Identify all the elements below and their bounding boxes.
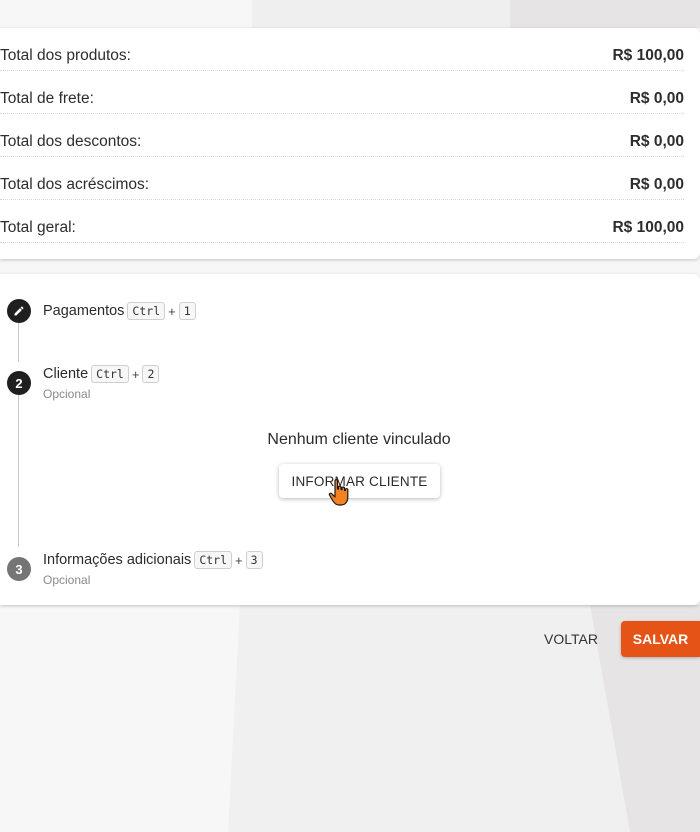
shortcut-plus: + xyxy=(131,366,140,382)
totals-row-discounts: Total dos descontos: R$ 0,00 xyxy=(0,114,684,157)
shortcut-key: Ctrl xyxy=(194,551,233,569)
no-client-message: Nenhum cliente vinculado xyxy=(267,431,451,448)
totals-label: Total geral: xyxy=(0,219,76,236)
totals-label: Total de frete: xyxy=(0,90,94,107)
totals-label: Total dos descontos: xyxy=(0,133,142,150)
totals-value: R$ 100,00 xyxy=(612,47,684,64)
totals-label: Total dos produtos: xyxy=(0,47,131,64)
step-2-number-badge[interactable]: 2 xyxy=(7,371,31,395)
shortcut-key: 2 xyxy=(142,365,160,383)
step-optional-label: Opcional xyxy=(43,387,91,401)
step-optional-label: Opcional xyxy=(43,573,91,587)
step-3-number-badge[interactable]: 3 xyxy=(7,557,31,581)
salvar-button[interactable]: SALVAR xyxy=(621,621,700,657)
step-title: Cliente xyxy=(43,366,89,382)
totals-value: R$ 0,00 xyxy=(629,90,684,107)
step-1-pencil-icon[interactable] xyxy=(7,299,31,323)
step-connector xyxy=(18,323,19,362)
shortcut-key: 3 xyxy=(245,551,263,569)
totals-row-shipping: Total de frete: R$ 0,00 xyxy=(0,71,684,114)
checkout-stepper: Pagamentos Ctrl + 1 2 Cliente Ctrl + 2 O… xyxy=(0,274,700,605)
step-title: Informações adicionais xyxy=(43,552,192,568)
totals-row-surcharges: Total dos acréscimos: R$ 0,00 xyxy=(0,157,684,200)
shortcut-key: 1 xyxy=(178,302,196,320)
step-1-header[interactable]: Pagamentos Ctrl + 1 xyxy=(43,302,196,320)
order-totals-card: Total dos produtos: R$ 100,00 Total de f… xyxy=(0,28,700,259)
totals-row-grand-total: Total geral: R$ 100,00 xyxy=(0,200,684,243)
totals-value: R$ 100,00 xyxy=(612,219,684,236)
totals-value: R$ 0,00 xyxy=(629,133,684,150)
pencil-icon xyxy=(14,306,24,316)
shortcut-plus: + xyxy=(235,552,243,568)
step-title: Pagamentos xyxy=(43,303,125,319)
step-connector xyxy=(18,395,19,547)
totals-row-products: Total dos produtos: R$ 100,00 xyxy=(0,28,684,71)
step-3-header[interactable]: Informações adicionais Ctrl + 3 xyxy=(43,551,263,569)
totals-value: R$ 0,00 xyxy=(629,176,684,193)
shortcut-key: Ctrl xyxy=(91,365,129,383)
shortcut-key: Ctrl xyxy=(127,302,166,320)
step-2-header[interactable]: Cliente Ctrl + 2 xyxy=(43,365,160,383)
shortcut-plus: + xyxy=(168,303,176,319)
informar-cliente-button[interactable]: INFORMAR CLIENTE xyxy=(279,464,440,498)
voltar-button[interactable]: VOLTAR xyxy=(536,621,606,657)
totals-label: Total dos acréscimos: xyxy=(0,176,150,193)
hand-cursor-icon xyxy=(328,479,349,506)
